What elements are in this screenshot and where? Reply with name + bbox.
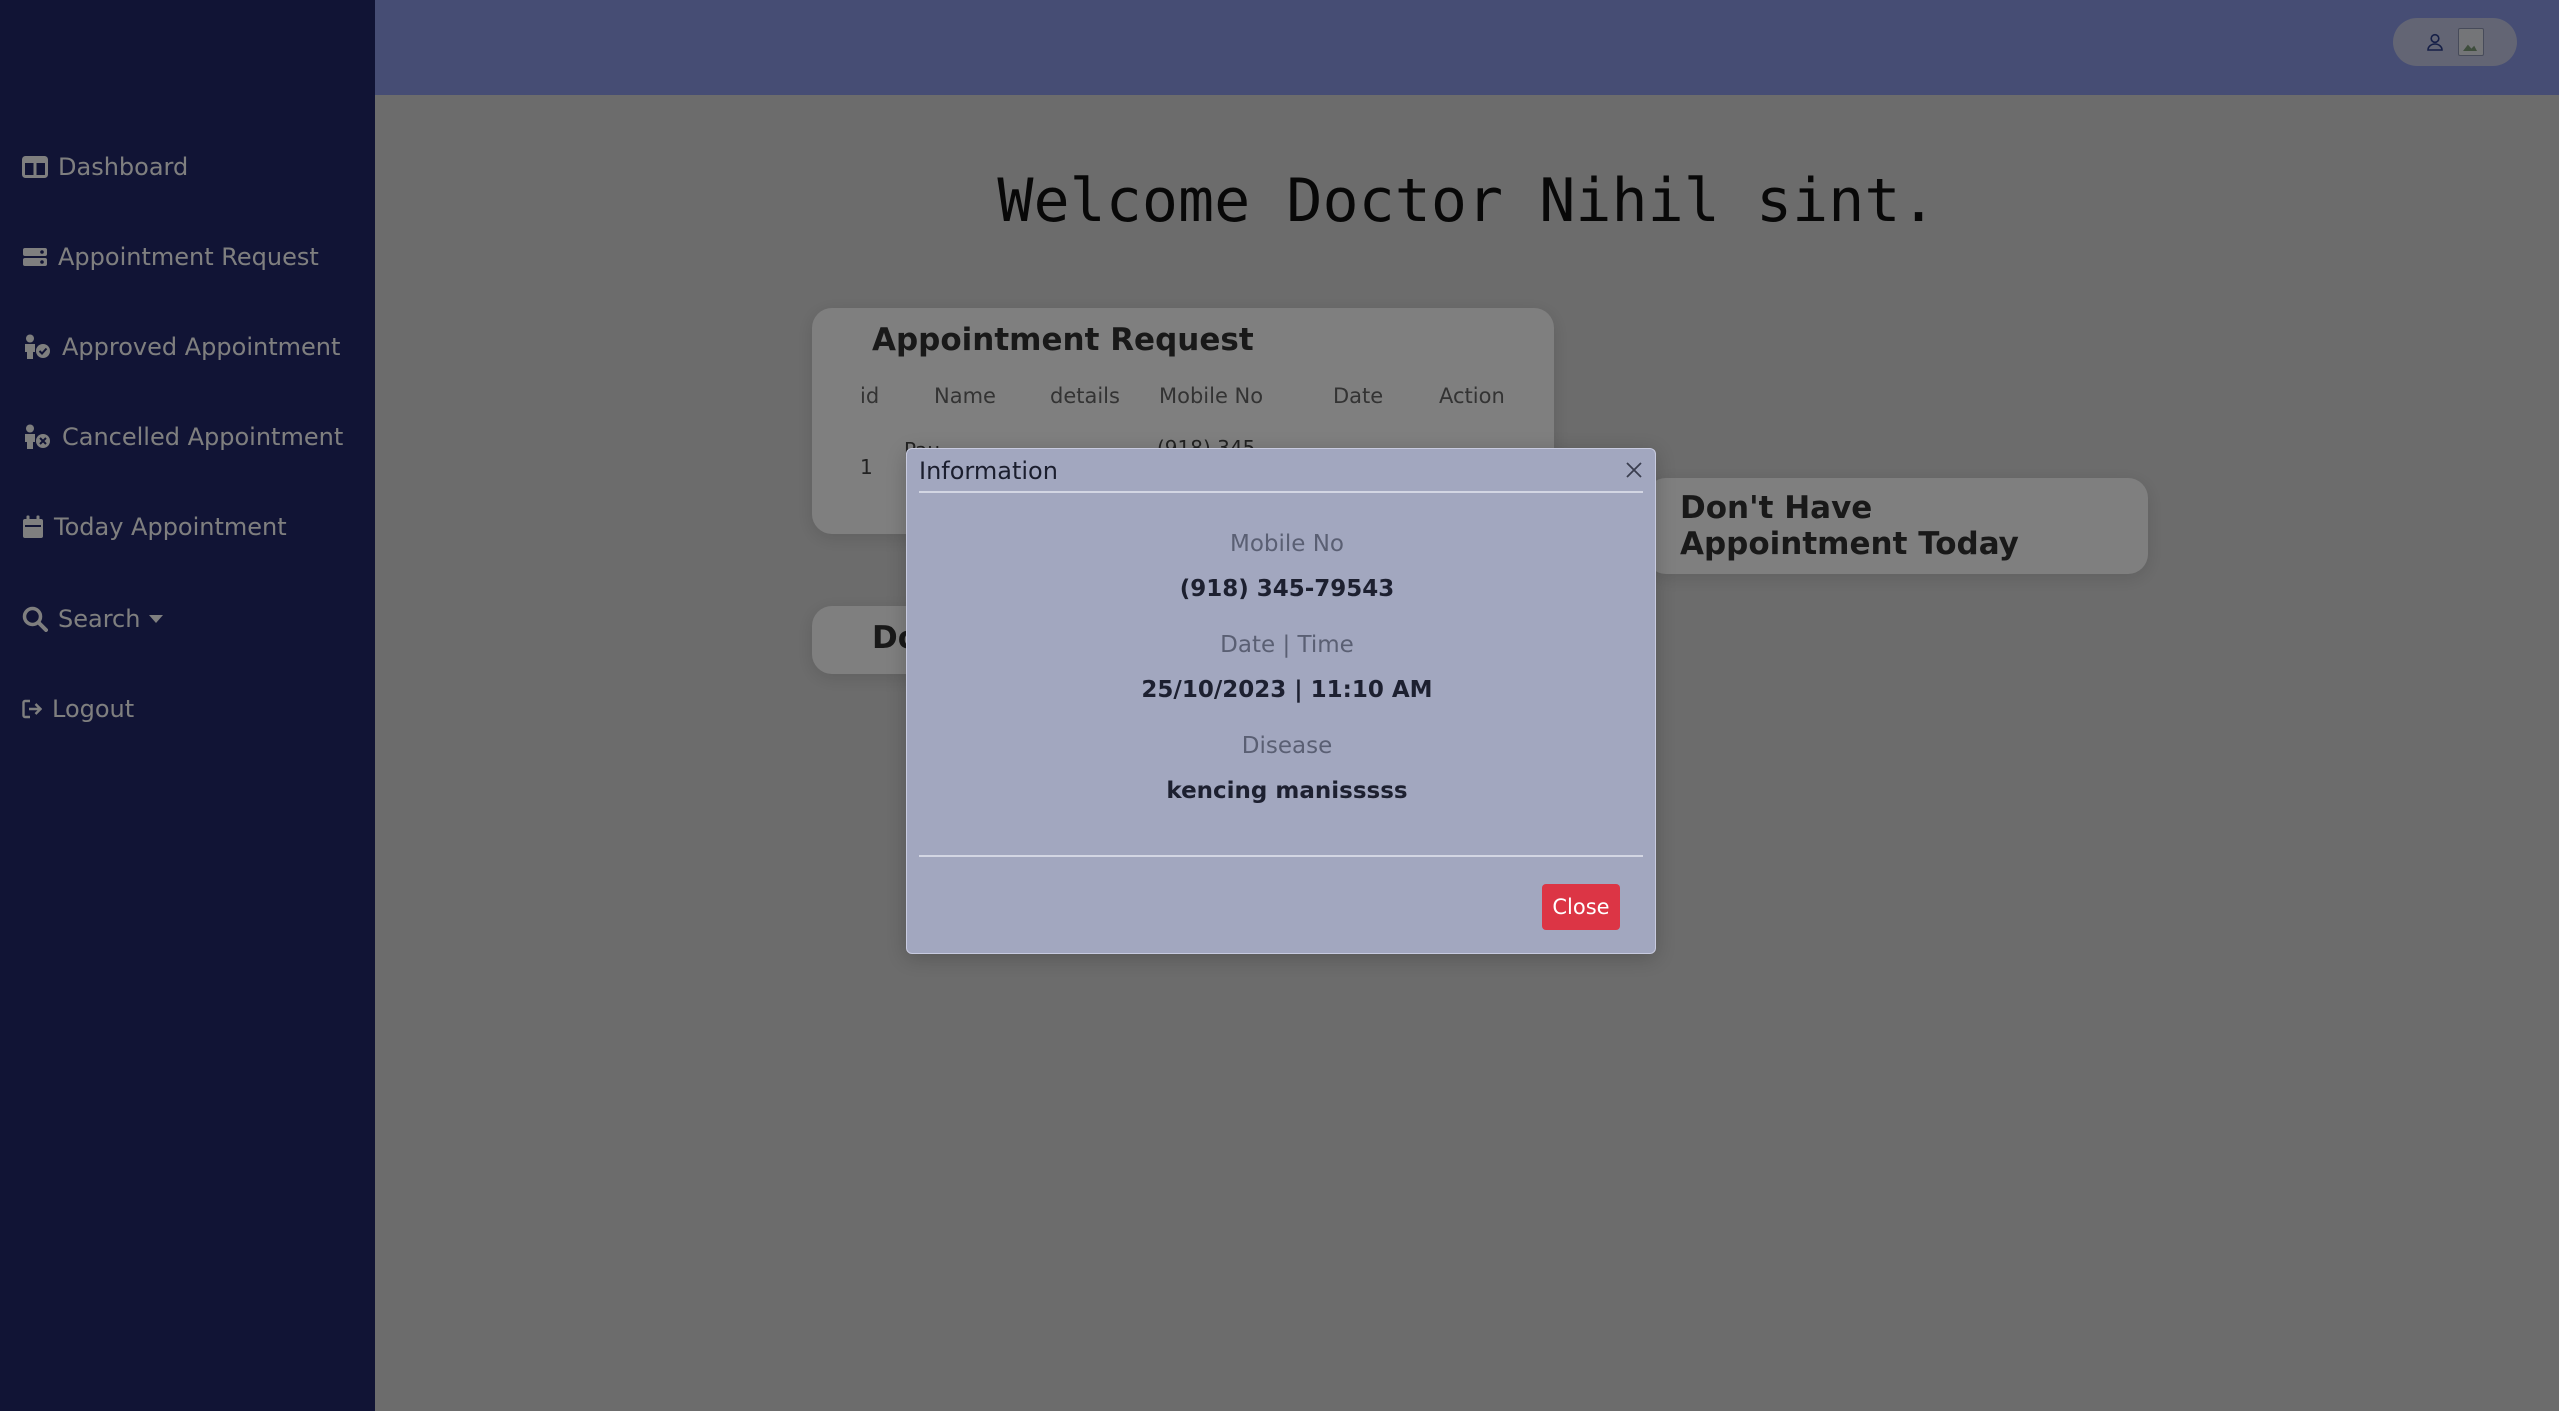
close-button[interactable]: Close — [1542, 884, 1620, 930]
modal-header-divider — [919, 491, 1643, 493]
close-icon[interactable] — [1625, 461, 1643, 483]
mobile-label: Mobile No — [1229, 531, 1345, 557]
app-root: Dashboard Appointment Request Approved A… — [0, 0, 2559, 1411]
disease-value: kencing manisssss — [1166, 778, 1408, 804]
information-modal: Information Mobile No (918) 345-79543 Da… — [906, 448, 1656, 954]
date-time-label: Date | Time — [1220, 632, 1354, 658]
modal-footer-divider — [919, 855, 1643, 857]
mobile-value: (918) 345-79543 — [1179, 576, 1395, 602]
disease-label: Disease — [1241, 733, 1333, 759]
modal-title: Information — [919, 457, 1058, 485]
date-time-value: 25/10/2023 | 11:10 AM — [1141, 677, 1433, 703]
